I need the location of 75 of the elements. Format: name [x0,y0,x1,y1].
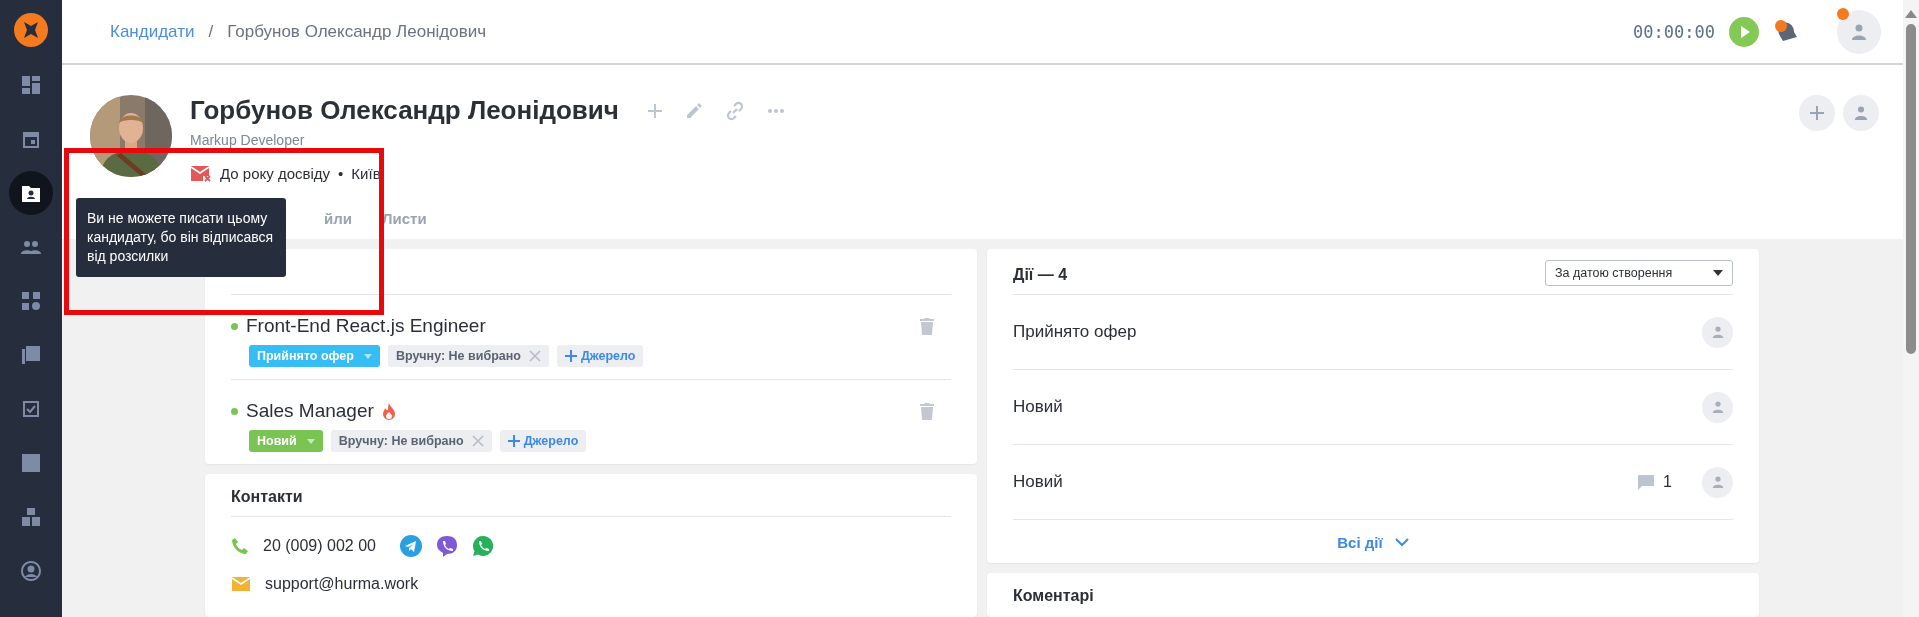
user-icon [1711,326,1724,338]
user-icon [1711,476,1724,488]
source-tag[interactable]: Вручну: Не вибрано [387,345,549,367]
nav-item[interactable] [9,171,53,215]
telegram-icon[interactable] [400,535,422,557]
tasks-icon [20,398,42,420]
phone-number[interactable]: 20 (009) 002 00 [263,537,376,555]
show-all-link[interactable]: Всі дії [1337,534,1409,551]
contacts-title: Контакти [231,474,951,517]
more-icon[interactable] [766,107,785,114]
link-icon[interactable] [724,100,745,121]
comment-count: 1 [1663,473,1672,491]
chevron-icon [1394,538,1409,547]
hierarchy-icon [20,290,42,312]
plus-icon [507,435,520,447]
plus-icon [564,350,577,362]
city-text: Київ [351,164,381,182]
source-tag[interactable]: Вручну: Не вибрано [330,430,492,452]
status-dot [231,322,238,330]
comments-title: Коментарі [1013,586,1095,606]
user-icon [1711,401,1724,413]
modules-icon [20,506,42,528]
viber-icon[interactable] [436,535,458,557]
comment-icon [1637,473,1656,491]
delete-icon[interactable] [919,402,935,420]
notification-dot [1837,7,1849,20]
library-icon [20,344,42,366]
meta-separator: • [338,164,344,182]
plus-icon [1809,105,1825,121]
edit-icon[interactable] [684,101,703,120]
breadcrumb-link[interactable]: Кандидати [110,21,195,42]
vacancy-title[interactable]: Front-End React.js Engineer [246,315,486,337]
actions-title: Дії — 4 [1013,265,1068,285]
profile-icon [20,560,42,582]
user-icon [1854,106,1868,120]
add-button[interactable] [1799,95,1835,131]
user-avatar[interactable] [1837,9,1881,54]
add-icon[interactable] [646,102,663,119]
candidate-name: Горбунов Олександр Леонідович [190,95,619,126]
vacancy-title[interactable]: Sales Manager [246,400,374,422]
delete-icon[interactable] [919,317,935,335]
experience-text: До року досвіду [220,164,331,182]
assignee-avatar[interactable] [1702,316,1733,348]
logo-icon[interactable] [14,13,48,47]
add-source-button[interactable]: Джерело [499,430,587,452]
close-icon[interactable] [471,435,484,447]
assignee-avatar[interactable] [1702,466,1733,498]
tooltip: Ви не можете писати цьому кандидату, бо він відписався від розсилки [76,198,286,277]
timer: 00:00:00 [1633,21,1715,42]
email-address[interactable]: support@hurma.work [265,575,419,593]
candidate-position: Markup Developer [190,132,306,148]
caret-icon [306,438,315,444]
email-blocked-icon[interactable] [190,164,212,182]
action-label[interactable]: Прийнято офер [1013,322,1694,342]
action-label[interactable]: Новий [1013,472,1630,492]
caret-icon [363,353,372,359]
action-label[interactable]: Новий [1013,397,1694,417]
user-icon [1851,23,1867,40]
close-icon[interactable] [528,350,541,362]
caret-icon [1713,270,1723,276]
scrollbar[interactable] [1903,0,1919,617]
sort-dropdown[interactable]: За датою створення [1545,260,1733,286]
phone-icon [231,537,249,555]
status-dot [231,407,238,415]
assign-user-button[interactable] [1843,95,1879,131]
whatsapp-icon[interactable] [472,535,494,557]
play-button[interactable] [1729,16,1759,47]
email-icon [231,576,251,592]
add-source-button[interactable]: Джерело [556,345,644,367]
scrollbar-thumb[interactable] [1906,24,1916,354]
dashboard-icon [20,74,42,96]
breadcrumb-current: Горбунов Олександр Леонідович [227,21,487,42]
assignee-avatar[interactable] [1702,391,1733,423]
breadcrumb-separator: / [208,21,214,42]
scroll-up-icon[interactable] [1905,10,1917,18]
